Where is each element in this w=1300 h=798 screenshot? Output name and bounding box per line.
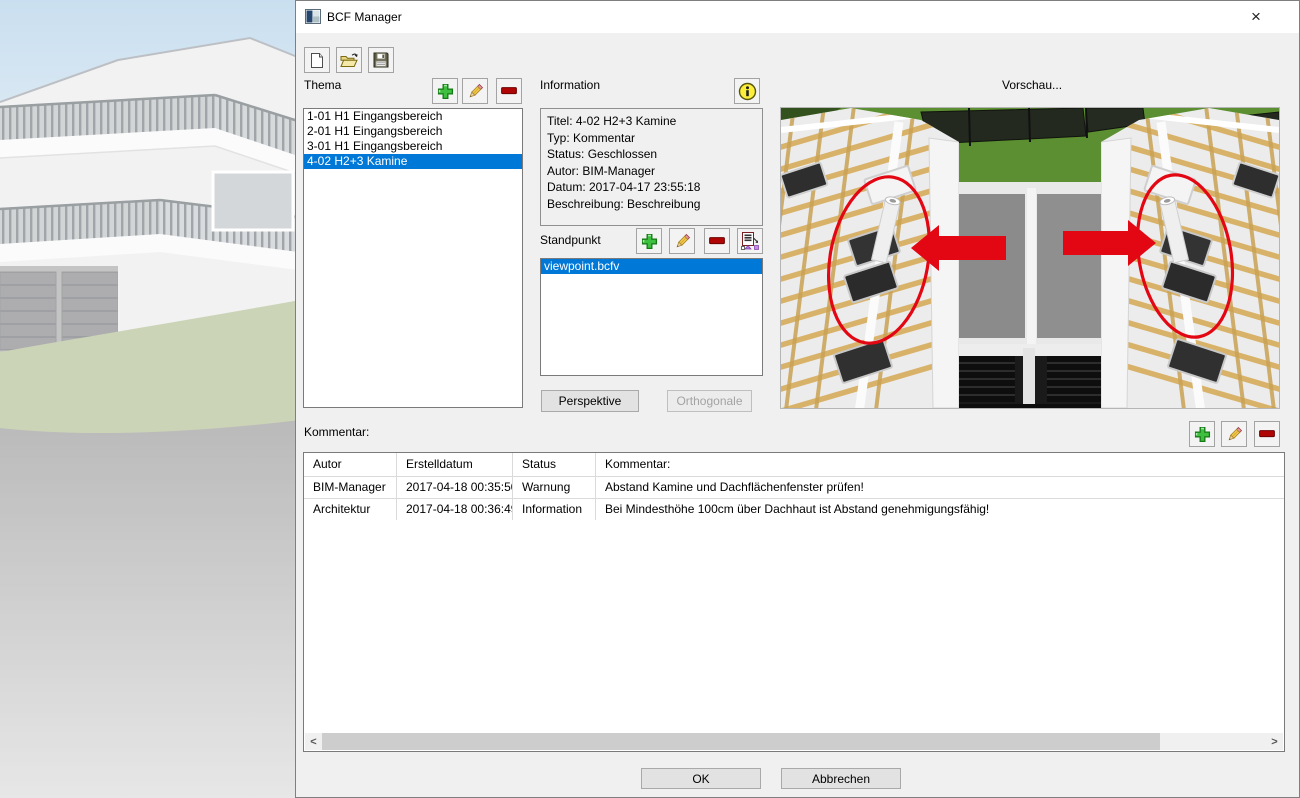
save-button[interactable] xyxy=(368,47,394,73)
open-folder-icon xyxy=(340,52,359,68)
kommentar-label: Kommentar: xyxy=(304,425,369,439)
window-title: BCF Manager xyxy=(327,10,402,24)
column-header-erstelldatum[interactable]: Erstelldatum xyxy=(397,453,513,476)
title-bar[interactable]: BCF Manager × xyxy=(296,1,1299,33)
standpunkt-list-item-selected[interactable]: viewpoint.bcfv xyxy=(541,259,762,274)
save-icon xyxy=(373,52,389,68)
comment-table[interactable]: Autor Erstelldatum Status Kommentar: BIM… xyxy=(303,452,1285,752)
thema-list-item[interactable]: 3-01 H1 Eingangsbereich xyxy=(304,139,522,154)
standpunkt-assign-button[interactable] xyxy=(737,228,763,254)
info-line: Titel: 4-02 H2+3 Kamine xyxy=(547,113,756,130)
cell-erstelldatum: 2017-04-18 00:35:50 xyxy=(397,477,513,498)
cell-kommentar: Abstand Kamine und Dachflächenfenster pr… xyxy=(596,477,1285,498)
cell-autor: BIM-Manager xyxy=(304,477,397,498)
cancel-button[interactable]: Abbrechen xyxy=(781,768,901,789)
vorschau-label: Vorschau... xyxy=(1002,78,1062,92)
thema-list[interactable]: 1-01 H1 Eingangsbereich 2-01 H1 Eingangs… xyxy=(303,108,523,408)
cell-status: Warnung xyxy=(513,477,596,498)
column-header-autor[interactable]: Autor xyxy=(304,453,397,476)
bcf-manager-dialog: BCF Manager × Thema xyxy=(295,0,1300,798)
delete-minus-icon xyxy=(501,87,517,95)
perspective-button[interactable]: Perspektive xyxy=(541,390,639,412)
scroll-left-icon[interactable]: < xyxy=(305,733,322,750)
add-icon xyxy=(437,83,454,100)
cell-status: Information xyxy=(513,499,596,520)
scrollbar-thumb[interactable] xyxy=(322,733,1160,750)
thema-list-item[interactable]: 2-01 H1 Eingangsbereich xyxy=(304,124,522,139)
comment-add-button[interactable] xyxy=(1189,421,1215,447)
thema-delete-button[interactable] xyxy=(496,78,522,104)
comment-edit-button[interactable] xyxy=(1221,421,1247,447)
delete-minus-icon xyxy=(1259,430,1275,438)
thema-add-button[interactable] xyxy=(432,78,458,104)
add-icon xyxy=(641,233,658,250)
new-document-icon xyxy=(309,52,325,69)
thema-edit-button[interactable] xyxy=(462,78,488,104)
standpunkt-delete-button[interactable] xyxy=(704,228,730,254)
scroll-right-icon[interactable]: > xyxy=(1266,733,1283,750)
comment-row[interactable]: BIM-Manager 2017-04-18 00:35:50 Warnung … xyxy=(304,476,1285,498)
cell-kommentar: Bei Mindesthöhe 100cm über Dachhaut ist … xyxy=(596,499,1285,520)
thema-list-item-selected[interactable]: 4-02 H2+3 Kamine xyxy=(304,154,522,169)
open-file-button[interactable] xyxy=(336,47,362,73)
orthogonal-button[interactable]: Orthogonale xyxy=(667,390,752,412)
app-icon xyxy=(305,9,321,24)
info-line: Autor: BIM-Manager xyxy=(547,163,756,180)
standpunkt-list[interactable]: viewpoint.bcfv xyxy=(540,258,763,376)
information-label: Information xyxy=(540,78,600,92)
comment-row[interactable]: Architektur 2017-04-18 00:36:49 Informat… xyxy=(304,498,1285,520)
column-header-status[interactable]: Status xyxy=(513,453,596,476)
info-line: Status: Geschlossen xyxy=(547,146,756,163)
add-icon xyxy=(1194,426,1211,443)
horizontal-scrollbar[interactable]: < > xyxy=(305,733,1283,750)
preview-3d-scene xyxy=(781,108,1279,408)
info-line: Beschreibung: Beschreibung xyxy=(547,196,756,213)
comment-table-header: Autor Erstelldatum Status Kommentar: xyxy=(304,453,1285,476)
edit-pencil-icon xyxy=(674,233,691,250)
info-icon xyxy=(738,82,757,101)
close-icon[interactable]: × xyxy=(1241,5,1271,29)
cell-erstelldatum: 2017-04-18 00:36:49 xyxy=(397,499,513,520)
assign-viewpoint-icon xyxy=(740,231,760,251)
delete-minus-icon xyxy=(709,237,725,245)
standpunkt-add-button[interactable] xyxy=(636,228,662,254)
edit-pencil-icon xyxy=(1226,426,1243,443)
edit-pencil-icon xyxy=(467,83,484,100)
info-line: Datum: 2017-04-17 23:55:18 xyxy=(547,179,756,196)
viewpoint-preview-image[interactable] xyxy=(780,107,1280,409)
standpunkt-edit-button[interactable] xyxy=(669,228,695,254)
thema-list-item[interactable]: 1-01 H1 Eingangsbereich xyxy=(304,109,522,124)
ok-button[interactable]: OK xyxy=(641,768,761,789)
column-header-kommentar[interactable]: Kommentar: xyxy=(596,453,1285,476)
new-file-button[interactable] xyxy=(304,47,330,73)
thema-label: Thema xyxy=(304,78,341,92)
information-button[interactable] xyxy=(734,78,760,104)
standpunkt-label: Standpunkt xyxy=(540,233,601,247)
comment-delete-button[interactable] xyxy=(1254,421,1280,447)
info-line: Typ: Kommentar xyxy=(547,130,756,147)
information-panel: Titel: 4-02 H2+3 Kamine Typ: Kommentar S… xyxy=(540,108,763,226)
cell-autor: Architektur xyxy=(304,499,397,520)
